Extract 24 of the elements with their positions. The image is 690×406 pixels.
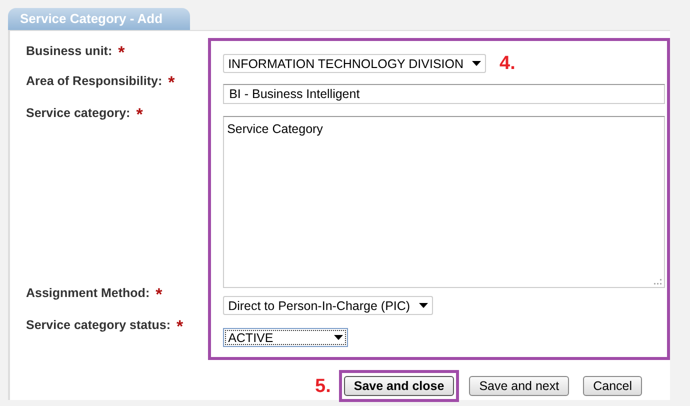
field-label: Assignment Method: [26,286,150,300]
field-label: Area of Responsibility: [26,74,162,88]
form-button[interactable]: Save and next [469,376,570,396]
required-marker: * [118,43,125,63]
caret-icon [419,303,428,308]
field-label: Service category status: [26,318,171,332]
required-marker: * [176,317,184,337]
field-label: Business unit: [26,44,112,58]
form-button[interactable]: Save and close [344,376,454,396]
required-marker: * [168,73,175,93]
form-button[interactable]: Cancel [583,376,642,396]
dropdown[interactable]: INFORMATION TECHNOLOGY DIVISION [223,54,486,73]
field-label: Service category: [26,106,130,120]
text-area[interactable]: Service Category [223,116,666,288]
step-number: 4. [500,54,516,73]
dropdown[interactable]: Direct to Person-In-Charge (PIC) [223,296,434,315]
dropdown[interactable]: ACTIVE [223,328,348,347]
caret-icon [334,335,344,340]
required-marker: * [156,285,162,305]
resize-grip-icon[interactable] [654,277,662,285]
step-number: 5. [315,376,331,396]
required-marker: * [136,105,143,125]
caret-icon [472,61,481,66]
input-field[interactable]: BI - Business Intelligent [223,84,666,104]
